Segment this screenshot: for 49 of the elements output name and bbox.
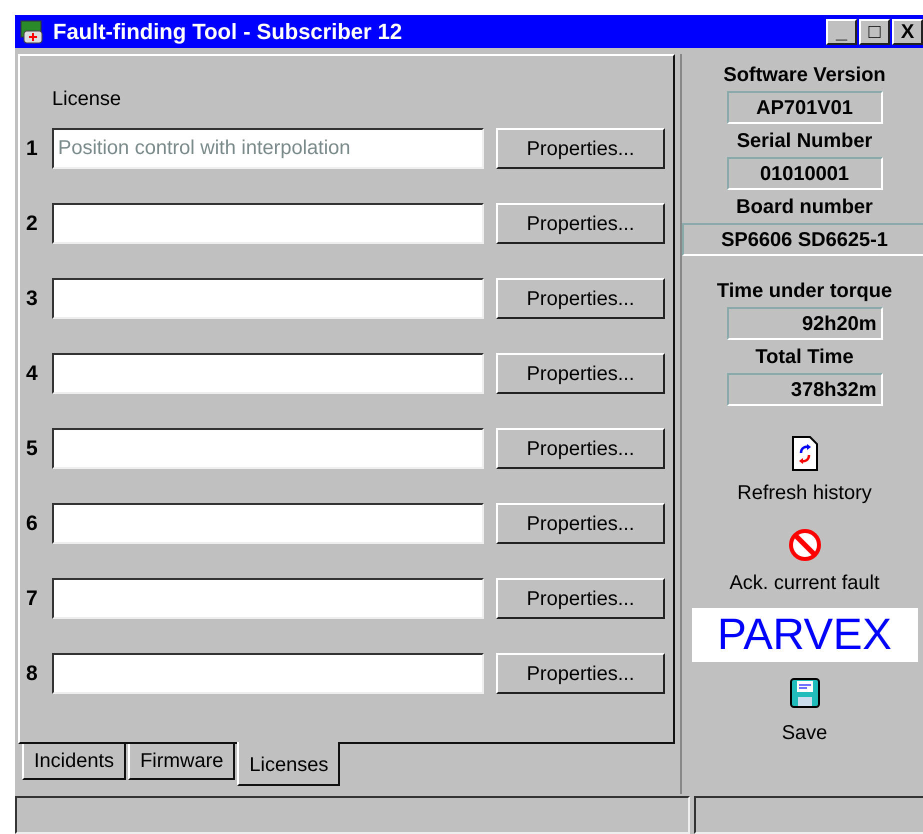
license-field[interactable] <box>52 503 484 544</box>
row-number: 1 <box>26 136 39 162</box>
properties-button[interactable]: Properties... <box>496 578 665 619</box>
info-value: 01010001 <box>726 157 882 190</box>
license-field[interactable] <box>52 428 484 469</box>
properties-button[interactable]: Properties... <box>496 128 665 169</box>
row-number: 2 <box>26 210 39 237</box>
prohibited-icon[interactable] <box>788 528 822 562</box>
license-field[interactable] <box>52 203 484 244</box>
window-title: Fault-finding Tool - Subscriber 12 <box>53 18 404 46</box>
properties-button[interactable]: Properties... <box>496 503 665 544</box>
row-number: 3 <box>26 286 39 312</box>
info-label: Board number <box>736 195 873 220</box>
action-label[interactable]: Ack. current fault <box>729 568 880 598</box>
properties-button[interactable]: Properties... <box>496 353 665 394</box>
license-heading: License <box>52 87 122 112</box>
info-value: 378h32m <box>726 373 882 406</box>
properties-button[interactable]: Properties... <box>496 428 665 469</box>
refresh-document-icon[interactable] <box>790 436 818 472</box>
info-label: Software Version <box>723 63 886 88</box>
license-field[interactable] <box>52 578 484 619</box>
info-value: AP701V01 <box>726 91 882 124</box>
window-control-button[interactable]: X <box>892 18 923 44</box>
info-label: Serial Number <box>736 129 872 154</box>
license-field[interactable] <box>52 278 484 319</box>
properties-button[interactable]: Properties... <box>496 203 665 244</box>
info-value: SP6606 SD6625-1 <box>682 223 923 256</box>
info-label: Total Time <box>755 345 854 370</box>
brand-logo: PARVEX <box>692 608 918 662</box>
row-number: 8 <box>26 660 39 687</box>
tab[interactable]: Firmware <box>128 744 236 780</box>
window-control-button[interactable]: □ <box>859 18 890 44</box>
info-label: Time under torque <box>716 279 892 304</box>
properties-button[interactable]: Properties... <box>496 653 665 694</box>
properties-button[interactable]: Properties... <box>496 278 665 319</box>
row-number: 5 <box>26 436 39 462</box>
window-control-button[interactable]: _ <box>826 18 857 44</box>
license-field[interactable] <box>52 653 484 694</box>
save-label[interactable]: Save <box>782 718 828 748</box>
tab[interactable]: Licenses <box>237 742 340 786</box>
action-label[interactable]: Refresh history <box>737 478 872 508</box>
tab[interactable]: Incidents <box>22 744 126 780</box>
row-number: 4 <box>26 360 39 387</box>
info-value: 92h20m <box>726 307 882 340</box>
license-field[interactable]: Position control with interpolation <box>52 128 484 169</box>
license-field[interactable] <box>52 353 484 394</box>
row-number: 7 <box>26 586 39 612</box>
medical-kit-icon <box>19 18 45 44</box>
row-number: 6 <box>26 510 39 537</box>
